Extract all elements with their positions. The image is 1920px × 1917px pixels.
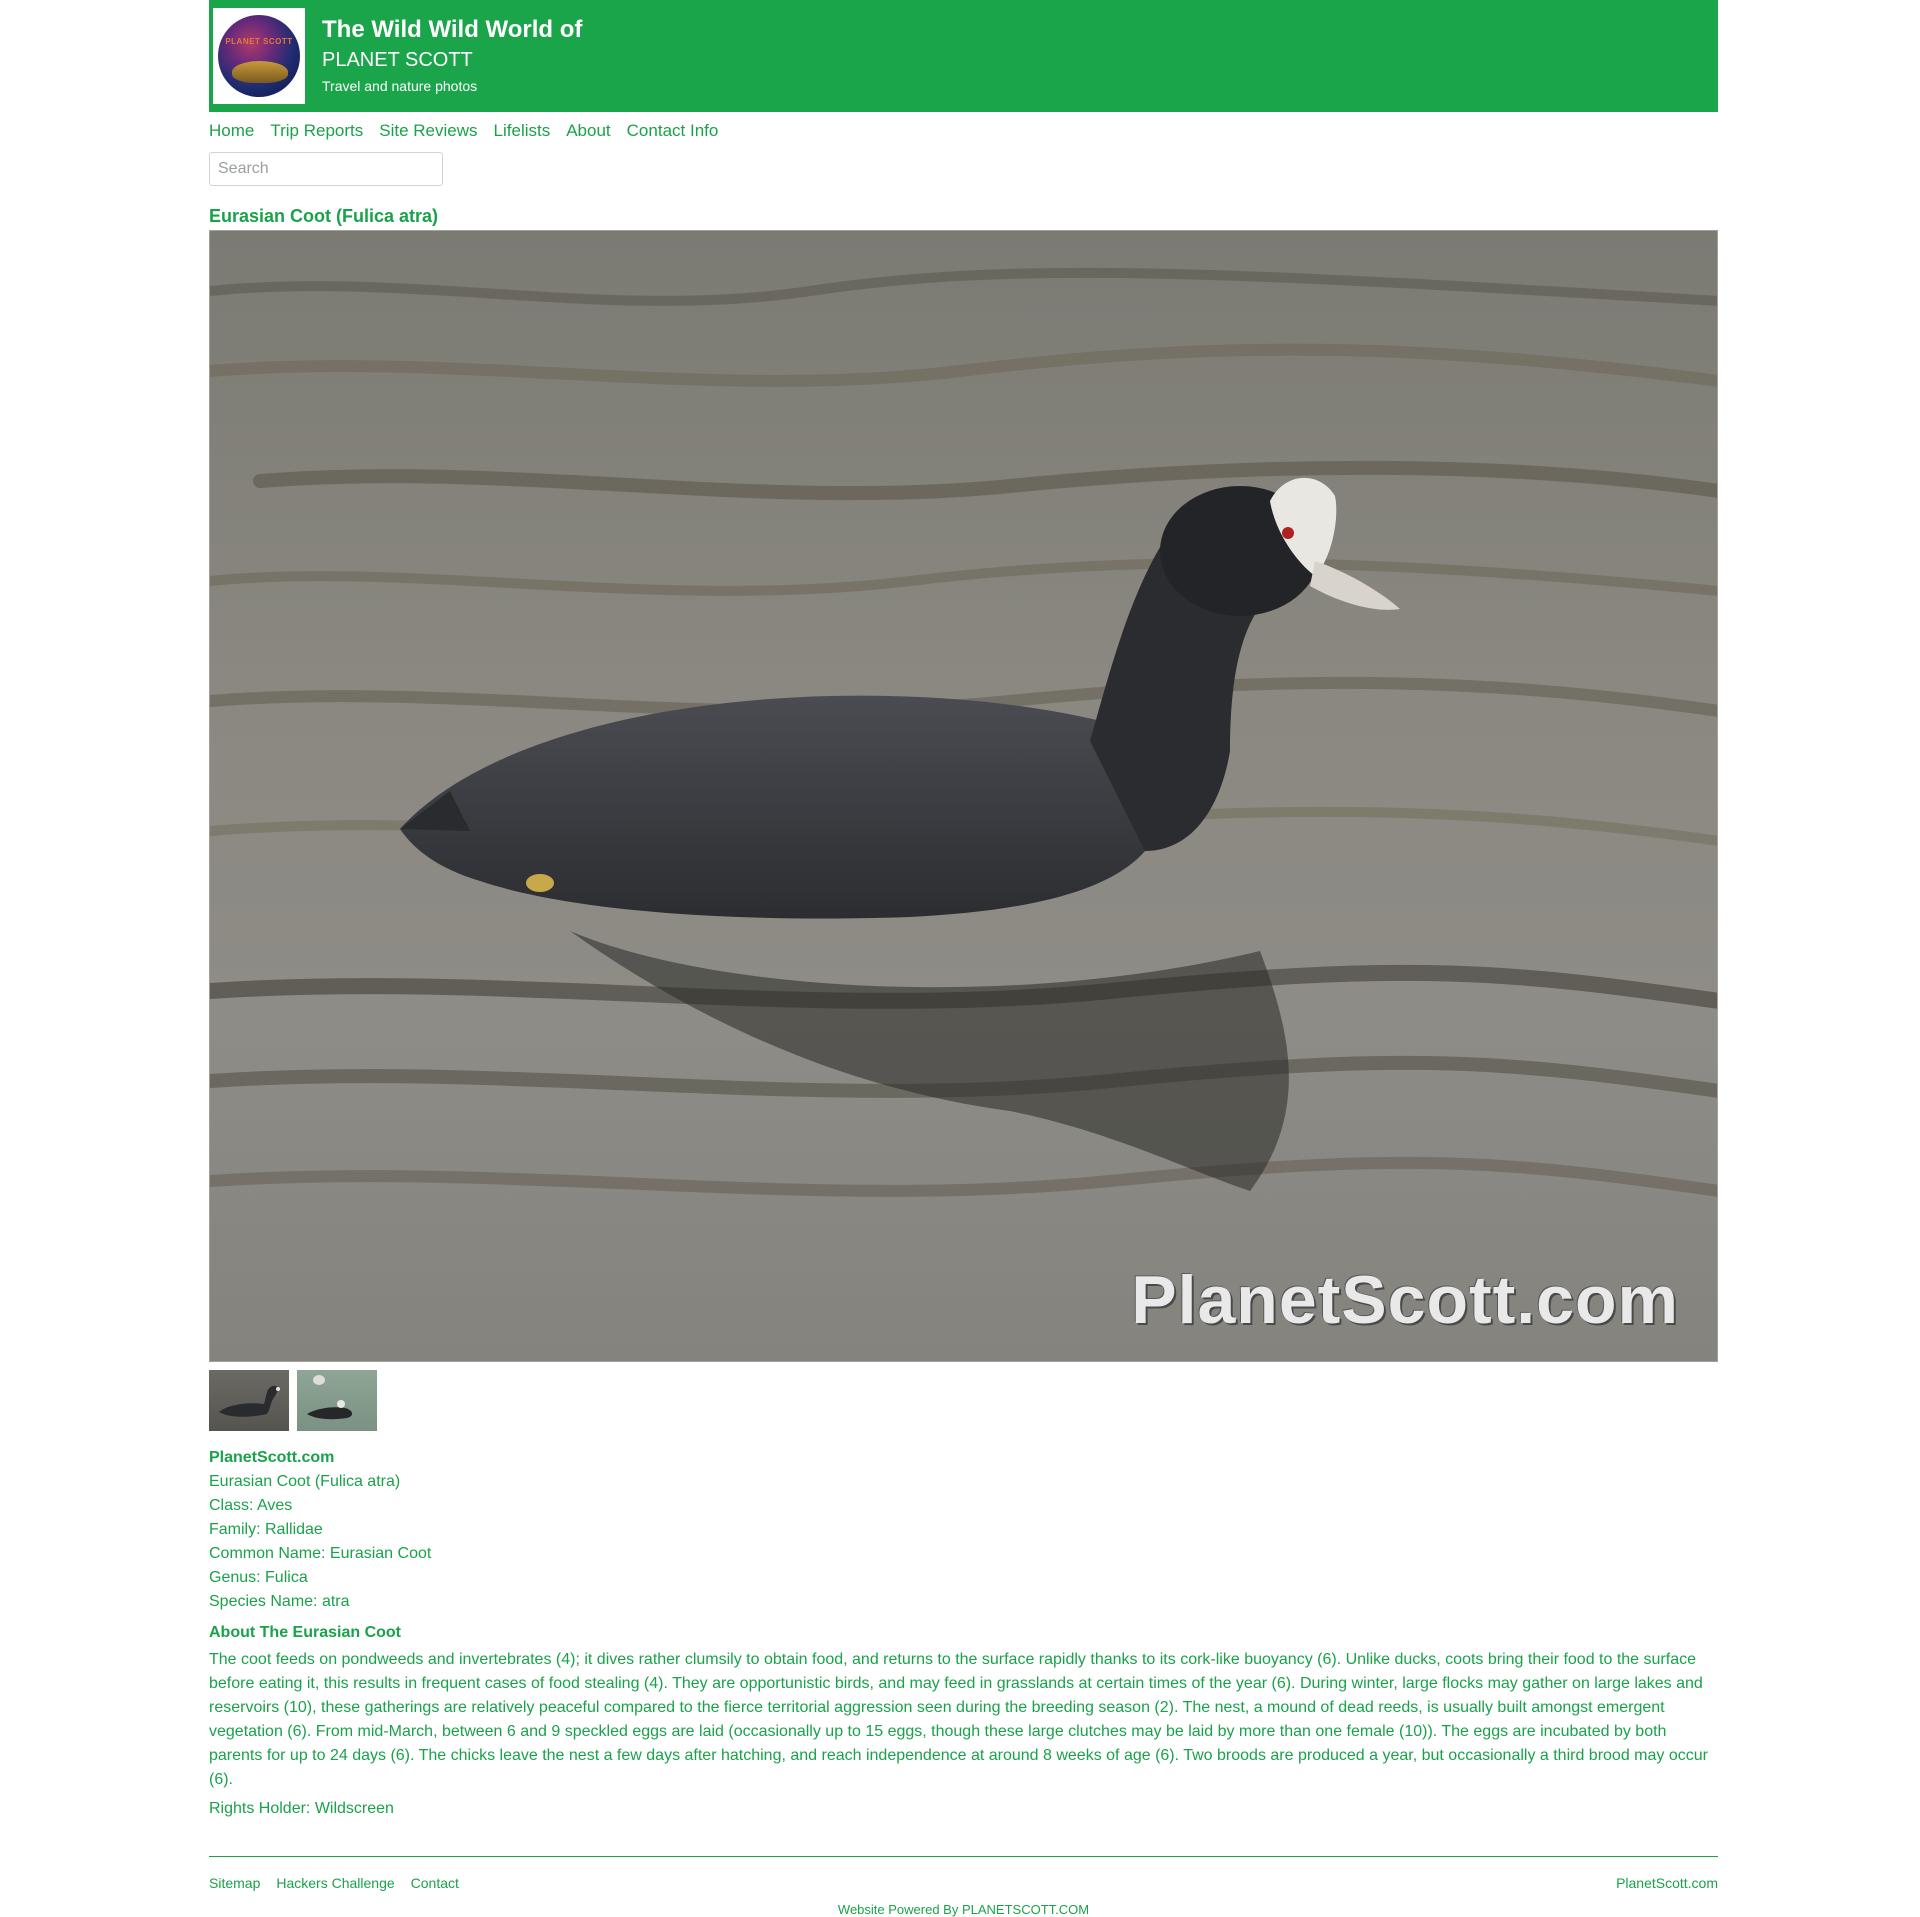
photo-title: Eurasian Coot (Fulica atra) [209,206,439,226]
footer-hackers-challenge[interactable]: Hackers Challenge [276,1875,394,1891]
watermark: PlanetScott.com [1131,1262,1679,1338]
nav-contact-info[interactable]: Contact Info [627,121,719,141]
planet-logo-icon: PLANET SCOTT [218,15,300,97]
nav-home[interactable]: Home [209,121,254,141]
main-photo[interactable]: PlanetScott.com [209,230,1718,1362]
species-info: PlanetScott.com Eurasian Coot (Fulica at… [209,1446,431,1614]
site-title: The Wild Wild World of [322,16,583,43]
logo-lettering: PLANET SCOTT [225,37,293,46]
info-species: Species Name: atra [209,1593,350,1610]
site-subtitle: PLANET SCOTT [322,49,473,71]
thumbnail-1[interactable] [209,1370,289,1431]
coot-photo [210,267,1717,1197]
nav-site-reviews[interactable]: Site Reviews [379,121,477,141]
site-logo[interactable]: PLANET SCOTT [213,8,305,104]
rights-holder: Rights Holder: Wildscreen [209,1800,394,1817]
site-tagline: Travel and nature photos [322,78,478,94]
nav-trip-reports[interactable]: Trip Reports [270,121,363,141]
info-genus: Genus: Fulica [209,1569,308,1586]
footer-site-link[interactable]: PlanetScott.com [1616,1875,1718,1891]
main-nav: Home Trip Reports Site Reviews Lifelists… [209,121,734,141]
info-common-name: Common Name: Eurasian Coot [209,1545,432,1562]
nav-lifelists[interactable]: Lifelists [494,121,551,141]
footer-contact[interactable]: Contact [411,1875,459,1891]
info-family: Family: Rallidae [209,1521,323,1538]
search-input[interactable] [209,152,443,186]
photo-thumbnails [209,1370,377,1431]
info-name: Eurasian Coot (Fulica atra) [209,1473,401,1490]
about-title: About The Eurasian Coot [209,1624,401,1641]
footer-links: Sitemap Hackers Challenge Contact [209,1875,475,1891]
page: PLANET SCOTT The Wild Wild World of PLAN… [209,0,1718,1917]
site-header: PLANET SCOTT The Wild Wild World of PLAN… [209,0,1718,112]
thumbnail-2[interactable] [297,1370,377,1431]
footer-sitemap[interactable]: Sitemap [209,1875,260,1891]
about-text: The coot feeds on pondweeds and inverteb… [209,1651,1708,1788]
info-class: Class: Aves [209,1497,293,1514]
nav-about[interactable]: About [566,121,610,141]
info-site: PlanetScott.com [209,1449,335,1466]
footer-divider [209,1856,1718,1857]
